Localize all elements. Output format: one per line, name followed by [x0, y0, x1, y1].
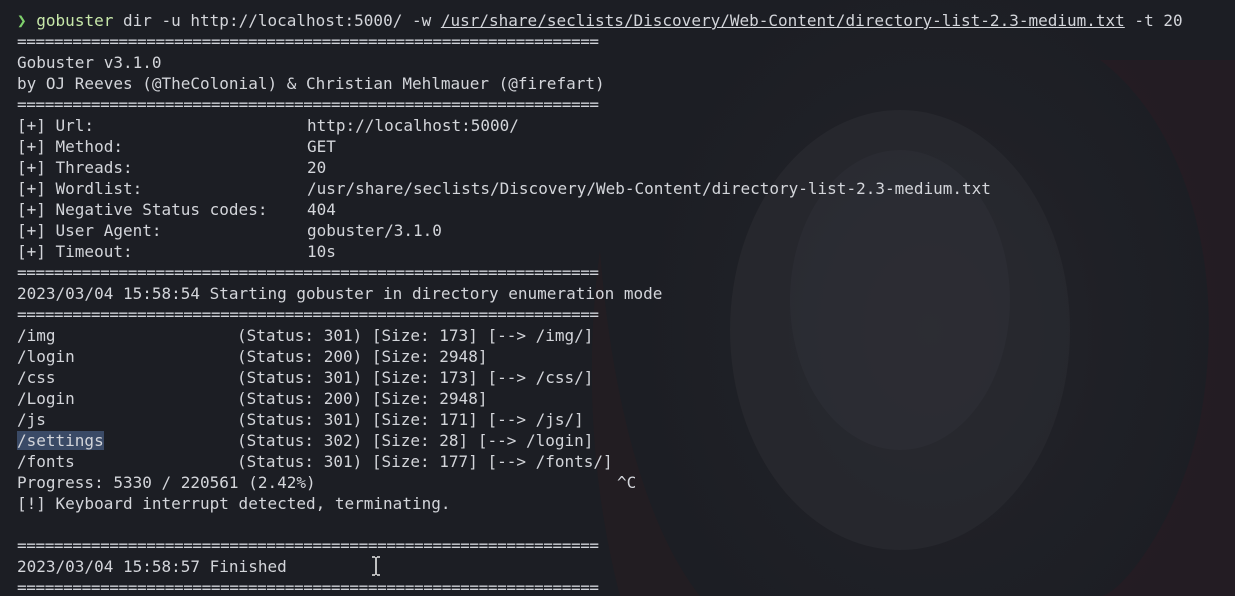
- config-row: [+] Url: http://localhost:5000/: [17, 115, 1232, 136]
- config-row: [+] User Agent: gobuster/3.1.0: [17, 220, 1232, 241]
- result-row: /Login (Status: 200) [Size: 2948]: [17, 388, 1232, 409]
- result-row: /img (Status: 301) [Size: 173] [--> /img/…: [17, 325, 1232, 346]
- config-key: [+] Negative Status codes:: [17, 200, 268, 219]
- config-value: 404: [307, 200, 336, 219]
- config-value: 10s: [307, 242, 336, 261]
- result-path: /css: [17, 368, 56, 387]
- wordlist-path-link[interactable]: /usr/share/seclists/Discovery/Web-Conten…: [441, 11, 1125, 30]
- config-row: [+] Timeout: 10s: [17, 241, 1232, 262]
- config-value: GET: [307, 137, 336, 156]
- result-info: (Status: 301) [Size: 173] [--> /img/]: [237, 326, 594, 345]
- result-path: /img: [17, 326, 56, 345]
- progress-text: Progress: 5330 / 220561 (2.42%): [17, 473, 316, 492]
- separator-line: ========================================…: [17, 536, 599, 555]
- config-value: 20: [307, 158, 327, 177]
- config-key: [+] User Agent:: [17, 221, 162, 240]
- result-info: (Status: 200) [Size: 2948]: [237, 389, 488, 408]
- start-message: 2023/03/04 15:58:54 Starting gobuster in…: [17, 284, 663, 303]
- result-row-selected: /settings (Status: 302) [Size: 28] [--> /…: [17, 430, 1232, 451]
- command-program: gobuster: [36, 11, 114, 30]
- result-info: (Status: 301) [Size: 171] [--> /js/]: [237, 410, 584, 429]
- config-value: /usr/share/seclists/Discovery/Web-Conten…: [307, 179, 991, 198]
- result-info: (Status: 200) [Size: 2948]: [237, 347, 488, 366]
- terminal-output: ❯ gobuster dir -u http://localhost:5000/…: [17, 10, 1232, 596]
- interrupt-signal: ^C: [617, 473, 637, 492]
- separator-line: ========================================…: [17, 95, 599, 114]
- text-cursor-icon: [372, 556, 380, 576]
- result-path: /fonts: [17, 452, 75, 471]
- config-key: [+] Method:: [17, 137, 123, 156]
- separator-line: ========================================…: [17, 32, 599, 51]
- banner-authors: by OJ Reeves (@TheColonial) & Christian …: [17, 74, 605, 93]
- command-line: ❯ gobuster dir -u http://localhost:5000/…: [17, 10, 1232, 31]
- config-row: [+] Method: GET: [17, 136, 1232, 157]
- config-key: [+] Timeout:: [17, 242, 133, 261]
- config-value: http://localhost:5000/: [307, 116, 519, 135]
- result-path: /login: [17, 347, 75, 366]
- result-path: /Login: [17, 389, 75, 408]
- prompt-arrow-icon: ❯: [17, 11, 27, 30]
- separator-line: ========================================…: [17, 578, 599, 596]
- config-key: [+] Url:: [17, 116, 95, 135]
- command-trailing-args: -t 20: [1124, 11, 1183, 30]
- interrupt-message: [!] Keyboard interrupt detected, termina…: [17, 494, 451, 513]
- config-row: [+] Threads: 20: [17, 157, 1232, 178]
- terminal-window[interactable]: ❯ gobuster dir -u http://localhost:5000/…: [0, 0, 1235, 596]
- config-key: [+] Threads:: [17, 158, 133, 177]
- result-row: /css (Status: 301) [Size: 173] [--> /css/…: [17, 367, 1232, 388]
- result-row: /js (Status: 301) [Size: 171] [--> /js/]: [17, 409, 1232, 430]
- separator-line: ========================================…: [17, 263, 599, 282]
- result-info: (Status: 301) [Size: 177] [--> /fonts/]: [237, 452, 613, 471]
- banner-version: Gobuster v3.1.0: [17, 53, 162, 72]
- config-key: [+] Wordlist:: [17, 179, 143, 198]
- separator-line: ========================================…: [17, 305, 599, 324]
- command-args: dir -u http://localhost:5000/ -w: [113, 11, 441, 30]
- result-info: (Status: 302) [Size: 28] [--> /login]: [237, 431, 594, 450]
- config-row: [+] Negative Status codes: 404: [17, 199, 1232, 220]
- result-row: /login (Status: 200) [Size: 2948]: [17, 346, 1232, 367]
- config-value: gobuster/3.1.0: [307, 221, 442, 240]
- result-row: /fonts (Status: 301) [Size: 177] [--> /fo…: [17, 451, 1232, 472]
- result-info: (Status: 301) [Size: 173] [--> /css/]: [237, 368, 594, 387]
- finish-message: 2023/03/04 15:58:57 Finished: [17, 557, 287, 576]
- result-path: /js: [17, 410, 46, 429]
- selected-text[interactable]: /settings: [17, 431, 104, 450]
- config-row: [+] Wordlist: /usr/share/seclists/Discove…: [17, 178, 1232, 199]
- progress-line: Progress: 5330 / 220561 (2.42%) ^C: [17, 472, 1232, 493]
